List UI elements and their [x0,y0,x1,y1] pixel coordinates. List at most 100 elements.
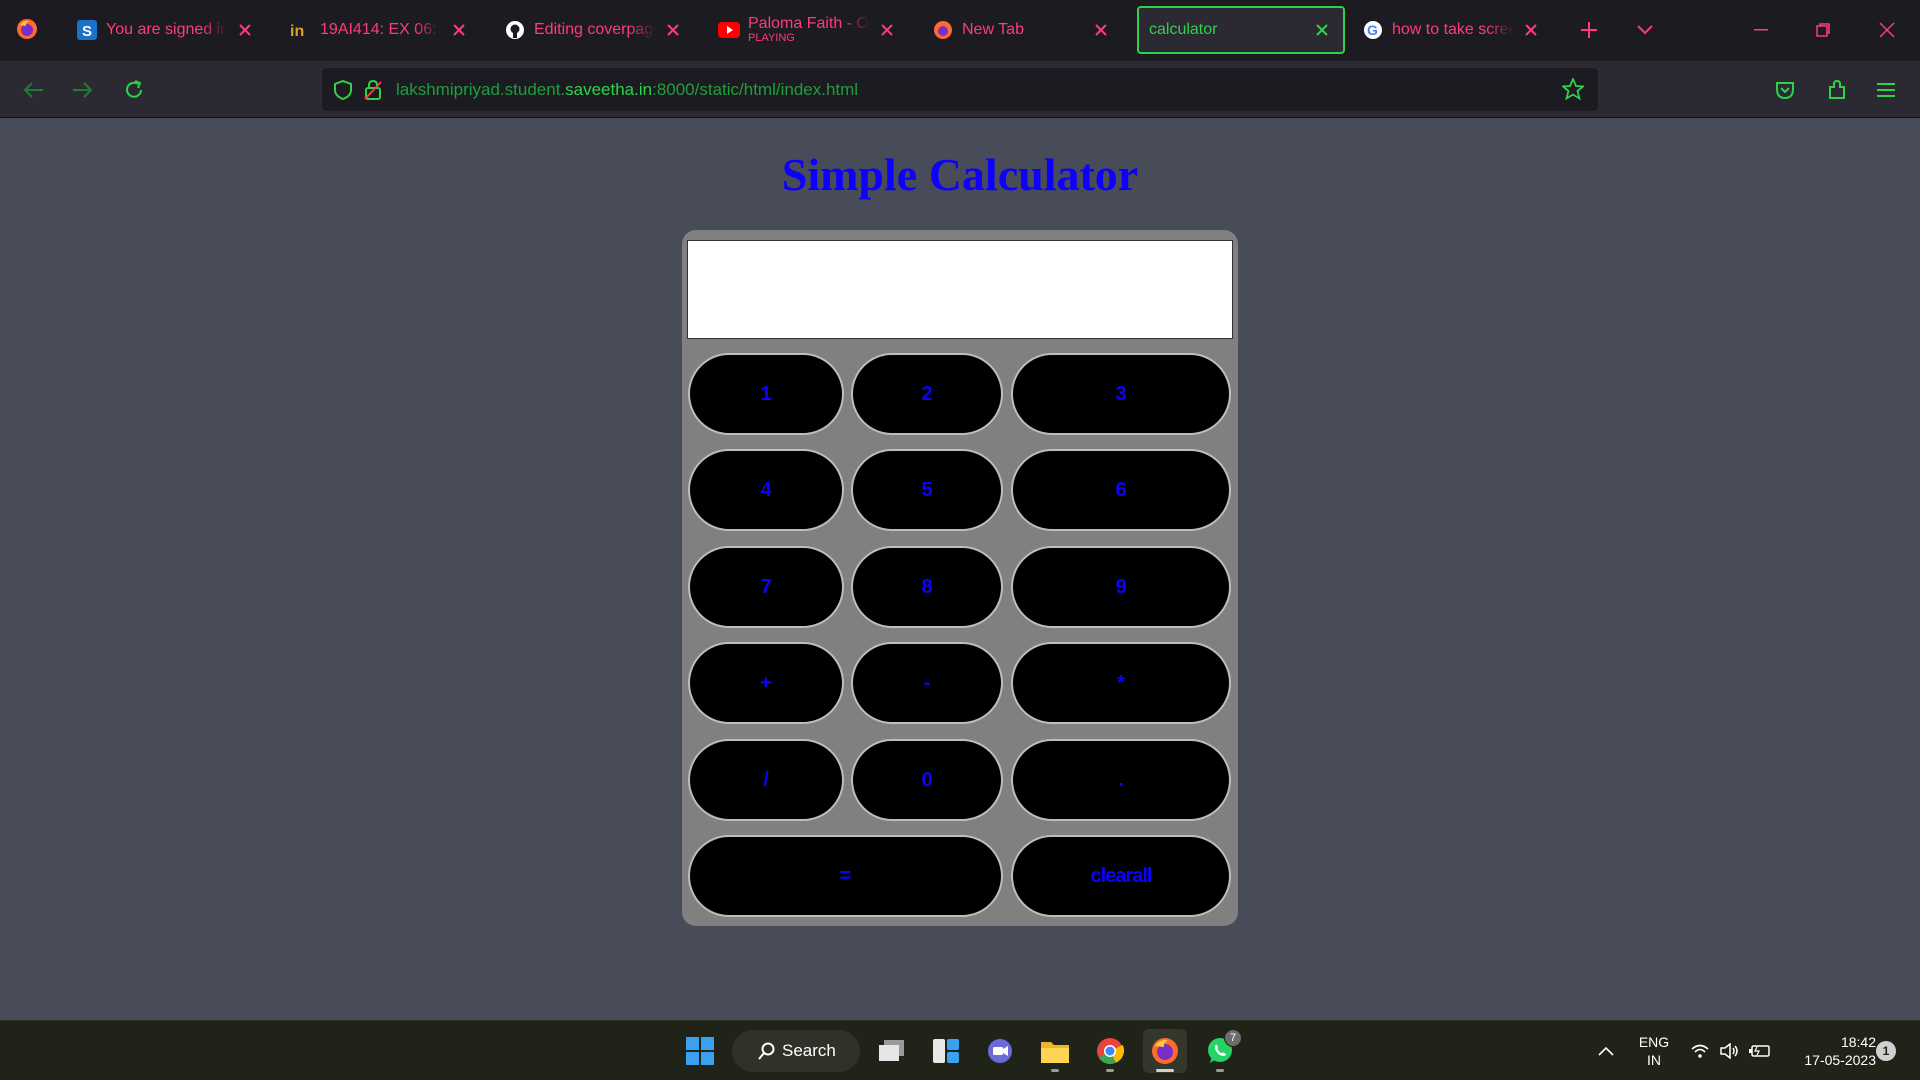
running-indicator [1051,1069,1059,1072]
close-icon[interactable] [1520,19,1542,41]
tab-youtube[interactable]: Paloma Faith - Onl PLAYING [708,6,908,54]
close-icon [1879,22,1895,38]
active-indicator [1156,1069,1174,1072]
key-9[interactable]: 9 [1011,546,1231,628]
key-equals[interactable]: = [688,835,1003,917]
url-domain: saveetha.in [565,79,653,99]
close-window-button[interactable] [1864,12,1910,48]
tab-google[interactable]: G how to take screen [1352,6,1552,54]
arrow-right-icon [73,82,93,98]
volume-icon[interactable] [1716,1029,1744,1073]
url-text[interactable]: lakshmipriyad.student.saveetha.in:8000/s… [396,80,858,100]
svg-text:S: S [82,23,92,40]
notification-badge: 7 [1224,1029,1242,1047]
close-icon[interactable] [662,19,684,41]
calculator-display[interactable] [687,240,1233,339]
key-7[interactable]: 7 [688,546,844,628]
start-button[interactable] [678,1029,722,1073]
chevron-up-icon [1598,1046,1614,1056]
wifi-icon[interactable] [1686,1029,1714,1073]
key-5[interactable]: 5 [851,449,1003,531]
chrome-icon [1097,1038,1124,1065]
battery-charging-icon[interactable] [1746,1029,1774,1073]
new-tab-button[interactable] [1572,14,1606,46]
svg-text:in: in [290,23,304,40]
insecure-lock-icon[interactable] [358,75,388,105]
close-icon[interactable] [448,19,470,41]
key-divide[interactable]: / [688,739,844,821]
tab-ex06[interactable]: in 19AI414: EX 06: Bo [280,6,480,54]
minimize-button[interactable] [1738,12,1784,48]
key-multiply[interactable]: * [1011,642,1231,724]
task-view-button[interactable] [870,1029,914,1073]
menu-button[interactable] [1869,73,1903,107]
key-1[interactable]: 1 [688,353,844,435]
key-plus[interactable]: + [688,642,844,724]
windows-logo-icon [686,1037,714,1065]
clock[interactable]: 18:42 17-05-2023 [1780,1033,1876,1069]
minimize-icon [1754,29,1768,31]
key-minus[interactable]: - [851,642,1003,724]
file-explorer-button[interactable] [1033,1029,1077,1073]
taskbar-search[interactable]: Search [732,1030,860,1072]
page-title: Simple Calculator [781,149,1139,200]
close-icon[interactable] [1311,19,1333,41]
url-bar[interactable]: lakshmipriyad.student.saveetha.in:8000/s… [322,68,1598,111]
restore-button[interactable] [1800,12,1846,48]
pocket-button[interactable] [1768,73,1802,107]
reload-button[interactable] [117,73,151,107]
tab-github[interactable]: Editing coverpage [494,6,694,54]
key-clearall[interactable]: clearall [1011,835,1231,917]
key-decimal[interactable]: . [1011,739,1231,821]
close-icon[interactable] [1090,19,1112,41]
tab-new-tab[interactable]: New Tab [922,6,1122,54]
list-all-tabs-button[interactable] [1628,14,1662,46]
github-icon [504,19,526,41]
widgets-button[interactable] [924,1029,968,1073]
widgets-icon [933,1039,959,1063]
key-4[interactable]: 4 [688,449,844,531]
key-0[interactable]: 0 [851,739,1003,821]
chevron-down-icon [1637,25,1653,35]
tab-playing-label: PLAYING [748,31,795,44]
firefox-view-icon[interactable] [12,14,42,44]
key-2[interactable]: 2 [851,353,1003,435]
video-chat-icon [988,1039,1012,1063]
firefox-icon [1152,1038,1178,1064]
svg-text:G: G [1367,22,1378,38]
tab-calculator[interactable]: calculator [1137,6,1345,54]
show-hidden-icons-button[interactable] [1590,1029,1622,1073]
language-indicator[interactable]: ENG IN [1634,1033,1674,1069]
firefox-taskbar-button[interactable] [1143,1029,1187,1073]
key-3[interactable]: 3 [1011,353,1231,435]
navigation-toolbar: lakshmipriyad.student.saveetha.in:8000/s… [0,61,1920,118]
star-icon[interactable] [1558,74,1588,104]
arrow-left-icon [23,82,43,98]
extensions-button[interactable] [1820,73,1854,107]
tab-title: 19AI414: EX 06: Bo [320,21,442,38]
notification-count[interactable]: 1 [1876,1041,1896,1061]
key-8[interactable]: 8 [851,546,1003,628]
url-path: :8000/static/html/index.html [652,79,859,99]
task-view-icon [879,1040,904,1061]
close-icon[interactable] [234,19,256,41]
tab-title: New Tab [962,21,1024,38]
teams-chat-button[interactable] [978,1029,1022,1073]
tab-title: You are signed in as [106,21,228,38]
key-6[interactable]: 6 [1011,449,1231,531]
s-square-icon: S [76,19,98,41]
whatsapp-button[interactable]: 7 [1198,1029,1242,1073]
search-label: Search [782,1041,836,1060]
chrome-button[interactable] [1088,1029,1132,1073]
url-prefix: lakshmipriyad.student. [396,79,566,99]
clock-date: 17-05-2023 [1804,1052,1876,1068]
shield-icon[interactable] [328,75,358,105]
forward-button[interactable] [66,73,100,107]
pocket-icon [1776,82,1794,100]
page-content: Simple Calculator 1 2 3 4 5 6 7 8 9 + - … [0,118,1920,1020]
close-icon[interactable] [876,19,898,41]
running-indicator [1216,1069,1224,1072]
windows-taskbar: Search 7 ENG IN 18:42 17-05-2023 1 [0,1020,1920,1080]
back-button[interactable] [16,73,50,107]
tab-signed-in[interactable]: S You are signed in as [66,6,266,54]
